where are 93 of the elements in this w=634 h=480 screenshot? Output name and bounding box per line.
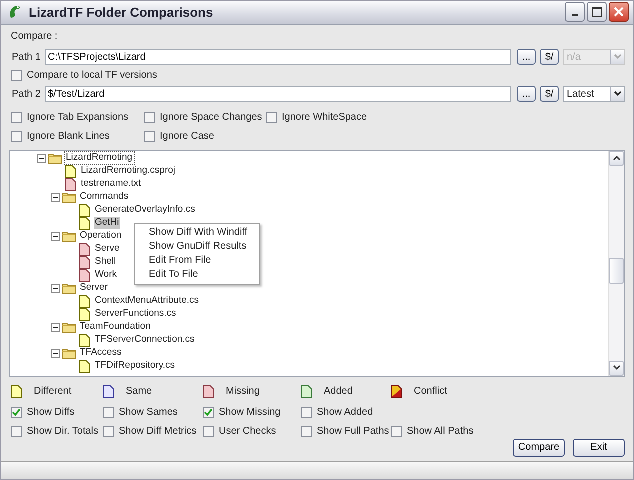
path-label: Path 1 [11,52,42,63]
tree-item[interactable]: Work [94,269,118,282]
compare-label: Compare : [11,30,59,43]
checkbox-label: Show Missing [219,406,281,418]
legend-label: Added [324,386,353,398]
path-label: Path 2 [11,88,42,100]
folder-icon [62,348,76,359]
folder-icon [48,152,62,164]
menu-item[interactable]: Show GnuDiff Results [135,240,259,254]
tree-item[interactable]: Serve [94,243,121,256]
caret-icon [614,54,622,60]
checkbox-label: Ignore Case [160,130,214,142]
checkbox-label: Show Diffs [27,406,75,418]
checkbox-label: Ignore Tab Expansions [27,112,129,123]
tree-item[interactable]: TFAccess [79,347,123,360]
window-title: LizardTF Folder Comparisons [29,4,214,20]
checkbox[interactable] [144,130,155,142]
browse-button[interactable]: ... [517,49,536,66]
scroll-down-icon[interactable] [612,365,620,372]
legend-label: Conflict [414,386,448,398]
collapse-icon[interactable] [51,284,60,293]
collapse-icon[interactable] [51,348,60,358]
scroll-bar[interactable] [608,150,624,376]
close-icon [614,7,624,18]
checkbox[interactable] [103,406,114,418]
scroll-thumb[interactable] [609,258,624,284]
legend-label: Missing [226,386,260,398]
tree-item[interactable]: ServerFunctions.cs [94,308,178,320]
checkbox[interactable] [11,426,22,437]
checkbox-label: Show Added [317,406,374,418]
checkbox[interactable] [391,426,402,437]
folder-icon [62,230,76,242]
checkbox-label: Ignore WhiteSpace [282,112,368,123]
dialog-button[interactable]: Compare [513,438,565,457]
collapse-icon[interactable] [51,192,60,202]
checkbox[interactable] [11,112,22,123]
close-button[interactable] [609,2,629,22]
tree-item[interactable]: TFServerConnection.cs [94,334,196,346]
checkbox-label: Ignore Space Changes [160,112,262,123]
minimize-icon [572,14,578,16]
checkbox[interactable] [144,112,155,123]
tree-item[interactable]: Shell [94,256,118,268]
checkbox-label: Show Dir. Totals [27,426,99,437]
checkbox-label: Show Sames [119,406,178,418]
checkbox[interactable] [11,406,22,418]
legend-label: Different [34,386,72,398]
checkbox[interactable] [301,426,312,437]
path-field[interactable]: $/Test/Lizard [45,86,511,102]
checkbox[interactable] [103,426,114,437]
browse-button[interactable]: ... [517,86,536,102]
checkbox[interactable] [203,406,214,418]
checkbox-label: Ignore Blank Lines [27,130,110,142]
collapse-icon[interactable] [37,154,46,163]
tree-item[interactable]: Operation [79,230,123,242]
checkbox-label: Show Diff Metrics [119,426,197,437]
tree-item[interactable]: Server [79,282,109,294]
tree-item[interactable]: LizardRemoting.csproj [80,165,177,178]
maximize-icon [592,7,602,18]
menu-item[interactable]: Show Diff With Windiff [135,226,259,240]
scroll-up-icon[interactable] [612,155,620,162]
server-path-button[interactable]: $/ [540,86,559,102]
checkbox-label: Show All Paths [407,426,474,437]
tree-item[interactable]: TeamFoundation [79,321,152,334]
checkbox[interactable] [11,70,22,82]
tree-item[interactable]: TFDifRepository.cs [94,360,176,372]
tree-item[interactable]: ContextMenuAttribute.cs [94,295,200,308]
folder-icon [62,322,76,333]
legend-label: Same [126,386,152,398]
tree-item[interactable]: GenerateOverlayInfo.cs [94,204,196,216]
folder-icon [62,282,76,294]
checkbox[interactable] [11,130,22,142]
tree-item[interactable]: GetHi [94,217,120,230]
menu-item[interactable]: Edit To File [135,268,259,282]
menu-item[interactable]: Edit From File [135,254,259,268]
version-dropdown[interactable]: Latest [563,86,625,102]
checkbox[interactable] [266,112,277,123]
collapse-icon[interactable] [51,232,60,241]
folder-icon [62,192,76,203]
tree-item[interactable]: LizardRemoting [65,152,134,164]
tree-item[interactable]: Commands [79,191,130,204]
server-path-button[interactable]: $/ [540,49,559,66]
checkbox-label: User Checks [219,426,276,437]
maximize-button[interactable] [587,2,607,22]
caret-icon [614,91,622,98]
checkbox[interactable] [301,406,312,418]
collapse-icon[interactable] [51,322,60,332]
checkbox[interactable] [203,426,214,437]
minimize-button[interactable] [565,2,585,22]
checkbox-label: Compare to local TF versions [27,70,158,82]
checkbox-label: Show Full Paths [317,426,390,437]
path-field[interactable]: C:\TFSProjects\Lizard [45,49,511,66]
tree-item[interactable]: testrename.txt [80,178,142,190]
dialog-button[interactable]: Exit [573,438,625,457]
